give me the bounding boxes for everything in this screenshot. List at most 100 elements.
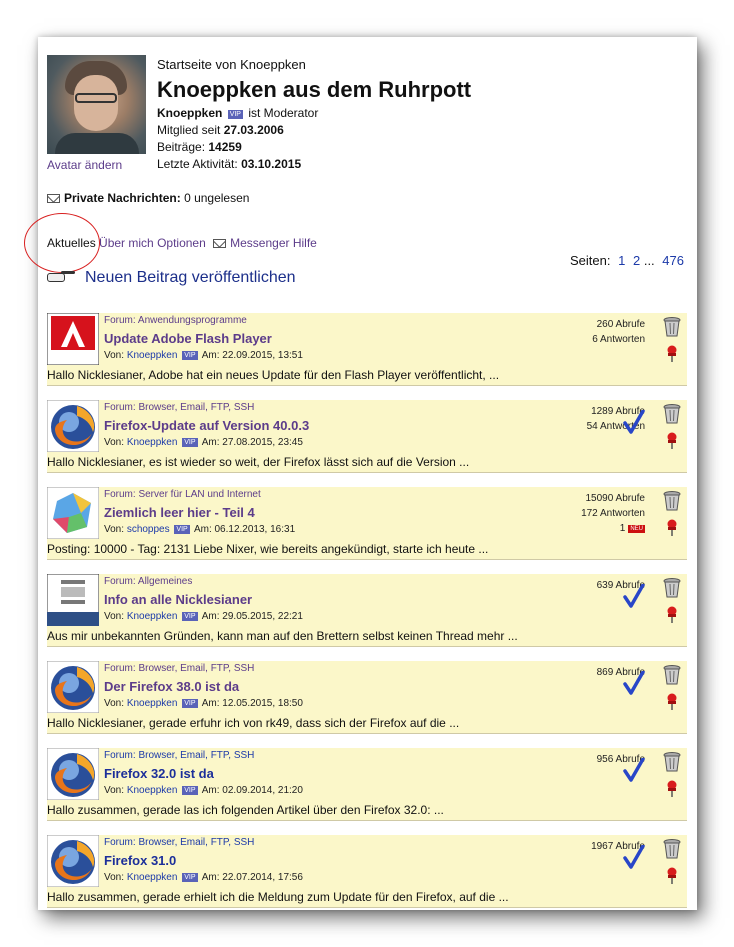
trash-icon[interactable] [663,491,681,511]
tab-about[interactable]: Über mich [99,236,154,250]
tab-messenger[interactable]: Messenger [230,236,289,250]
trash-icon[interactable] [663,317,681,337]
post-item[interactable]: Forum: Browser, Email, FTP, SSH Firefox-… [47,400,687,473]
post-forum-link[interactable]: Forum: Browser, Email, FTP, SSH [104,402,254,413]
post-item[interactable]: Forum: Browser, Email, FTP, SSH Firefox … [47,748,687,821]
pin-icon[interactable] [665,519,679,537]
post-thumbnail [47,487,99,539]
vip-badge: VIP [174,525,190,534]
vip-badge: VIP [182,438,198,447]
tab-help[interactable]: Hilfe [293,236,317,250]
page-title: Knoeppken aus dem Ruhrpott [157,77,472,102]
post-stats: 260 Abrufe 6 Antworten [592,317,645,347]
pin-icon[interactable] [665,606,679,624]
post-item[interactable]: Forum: Anwendungsprogramme Update Adobe … [47,313,687,386]
post-meta: Von: Knoeppken VIP Am: 22.07.2014, 17:56 [104,872,303,883]
post-thumbnail [47,661,99,713]
post-forum-link[interactable]: Forum: Browser, Email, FTP, SSH [104,837,254,848]
trash-icon[interactable] [663,578,681,598]
post-forum-link[interactable]: Forum: Allgemeines [104,576,192,587]
post-meta: Von: schoppes VIP Am: 06.12.2013, 16:31 [104,524,296,535]
post-author-link[interactable]: Knoeppken [127,350,178,361]
post-author-link[interactable]: Knoeppken [127,611,178,622]
post-title-link[interactable]: Firefox-Update auf Version 40.0.3 [104,418,309,433]
post-item[interactable]: Forum: Allgemeines Info an alle Nicklesi… [47,574,687,647]
post-excerpt: Hallo Nicklesianer, es ist wieder so wei… [47,455,470,469]
post-answers: 6 Antworten [592,334,645,345]
pointing-hand-icon [47,268,75,284]
post-views: 15090 Abrufe [585,493,646,504]
tab-aktuelles[interactable]: Aktuelles [47,236,96,250]
last-activity: Letzte Aktivität: 03.10.2015 [157,157,302,171]
pin-icon[interactable] [665,693,679,711]
post-title-link[interactable]: Firefox 32.0 ist da [104,766,214,781]
post-excerpt: Aus mir unbekannten Gründen, kann man au… [47,629,518,643]
post-forum-link[interactable]: Forum: Anwendungsprogramme [104,315,247,326]
post-excerpt: Hallo zusammen, gerade erhielt ich die M… [47,890,509,904]
member-since: Mitglied seit 27.03.2006 [157,123,284,137]
solved-check-icon [623,757,645,782]
trash-icon[interactable] [663,839,681,859]
post-meta: Von: Knoeppken VIP Am: 22.09.2015, 13:51 [104,350,303,361]
new-badge: NEU [628,525,645,533]
page-last[interactable]: 476 [662,253,684,268]
tab-options[interactable]: Optionen [157,236,206,250]
new-post-link[interactable]: Neuen Beitrag veröffentlichen [47,268,296,287]
post-author-link[interactable]: Knoeppken [127,437,178,448]
user-role-line: Knoeppken VIP ist Moderator [157,106,318,120]
page-current[interactable]: 1 [618,253,625,268]
trash-icon[interactable] [663,404,681,424]
post-author-link[interactable]: Knoeppken [127,785,178,796]
trash-icon[interactable] [663,752,681,772]
username[interactable]: Knoeppken [157,106,222,120]
post-meta: Von: Knoeppken VIP Am: 29.05.2015, 22:21 [104,611,303,622]
post-title-link[interactable]: Info an alle Nicklesianer [104,592,252,607]
post-excerpt: Hallo Nicklesianer, Adobe hat ein neues … [47,368,500,382]
post-title-link[interactable]: Ziemlich leer hier - Teil 4 [104,505,255,520]
pin-icon[interactable] [665,345,679,363]
post-meta: Von: Knoeppken VIP Am: 27.08.2015, 23:45 [104,437,303,448]
post-thumbnail [47,748,99,800]
envelope-icon [213,239,227,248]
post-author-link[interactable]: Knoeppken [127,872,178,883]
post-meta: Von: Knoeppken VIP Am: 02.09.2014, 21:20 [104,785,303,796]
pin-icon[interactable] [665,432,679,450]
page-2[interactable]: 2 [633,253,640,268]
post-author-link[interactable]: schoppes [127,524,170,535]
solved-check-icon [623,844,645,869]
post-item[interactable]: Forum: Browser, Email, FTP, SSH Firefox … [47,835,687,908]
vip-badge: VIP [227,110,243,119]
post-forum-link[interactable]: Forum: Browser, Email, FTP, SSH [104,750,254,761]
solved-check-icon [623,583,645,608]
post-title-link[interactable]: Der Firefox 38.0 ist da [104,679,239,694]
vip-badge: VIP [182,351,198,360]
post-excerpt: Hallo Nicklesianer, gerade erfuhr ich vo… [47,716,460,730]
post-title-link[interactable]: Update Adobe Flash Player [104,331,272,346]
post-thumbnail [47,400,99,452]
pagination: Seiten: 1 2 ... 476 [570,253,684,268]
post-date: Am: 22.09.2015, 13:51 [201,350,303,361]
post-date: Am: 29.05.2015, 22:21 [201,611,303,622]
pin-icon[interactable] [665,867,679,885]
post-date: Am: 27.08.2015, 23:45 [201,437,303,448]
change-avatar-link[interactable]: Avatar ändern [47,158,122,172]
post-thumbnail [47,835,99,887]
trash-icon[interactable] [663,665,681,685]
post-item[interactable]: Forum: Server für LAN und Internet Zieml… [47,487,687,560]
private-messages[interactable]: Private Nachrichten: 0 ungelesen [47,191,249,205]
solved-check-icon [623,670,645,695]
post-forum-link[interactable]: Forum: Browser, Email, FTP, SSH [104,663,254,674]
solved-check-icon [623,409,645,434]
post-meta: Von: Knoeppken VIP Am: 12.05.2015, 18:50 [104,698,303,709]
post-item[interactable]: Forum: Browser, Email, FTP, SSH Der Fire… [47,661,687,734]
post-stats: 15090 Abrufe 172 Antworten 1 NEU [581,491,645,536]
post-date: Am: 12.05.2015, 18:50 [201,698,303,709]
pin-icon[interactable] [665,780,679,798]
post-author-link[interactable]: Knoeppken [127,698,178,709]
post-thumbnail [47,574,99,626]
post-title-link[interactable]: Firefox 31.0 [104,853,176,868]
post-views: 260 Abrufe [596,319,645,330]
post-date: Am: 02.09.2014, 21:20 [201,785,303,796]
post-forum-link[interactable]: Forum: Server für LAN und Internet [104,489,261,500]
vip-badge: VIP [182,873,198,882]
